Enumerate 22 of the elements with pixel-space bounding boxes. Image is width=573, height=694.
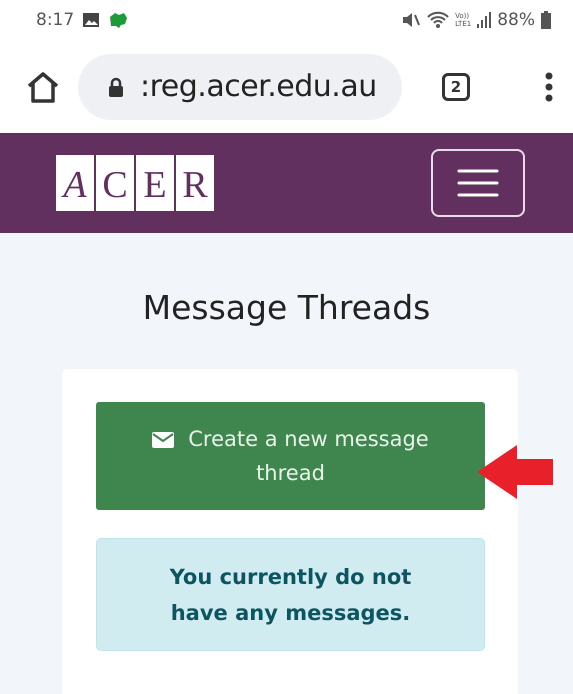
lock-icon [108,76,124,96]
create-thread-button[interactable]: Create a new message thread [96,402,485,510]
mute-icon [401,11,422,29]
more-menu-icon[interactable] [545,72,553,102]
envelope-icon [152,432,174,448]
home-icon[interactable] [26,70,60,102]
battery-icon [541,11,551,29]
menu-icon [457,168,499,198]
map-icon [108,11,128,29]
wifi-icon [427,11,450,29]
url-text: :reg.acer.edu.au [140,69,377,104]
signal-icon [477,12,492,28]
menu-button[interactable] [431,149,525,217]
arrow-icon [477,445,553,499]
info-alert: You currently do not have any messages. [96,538,485,651]
clock-time: 8:17 [36,10,74,30]
page-title: Message Threads [142,288,430,327]
tab-count-button[interactable]: 2 [442,72,470,100]
image-icon [82,12,100,28]
logo[interactable]: A C E R [56,155,214,211]
address-bar[interactable]: :reg.acer.edu.au [78,54,402,120]
battery-percent: 88% [497,10,535,30]
